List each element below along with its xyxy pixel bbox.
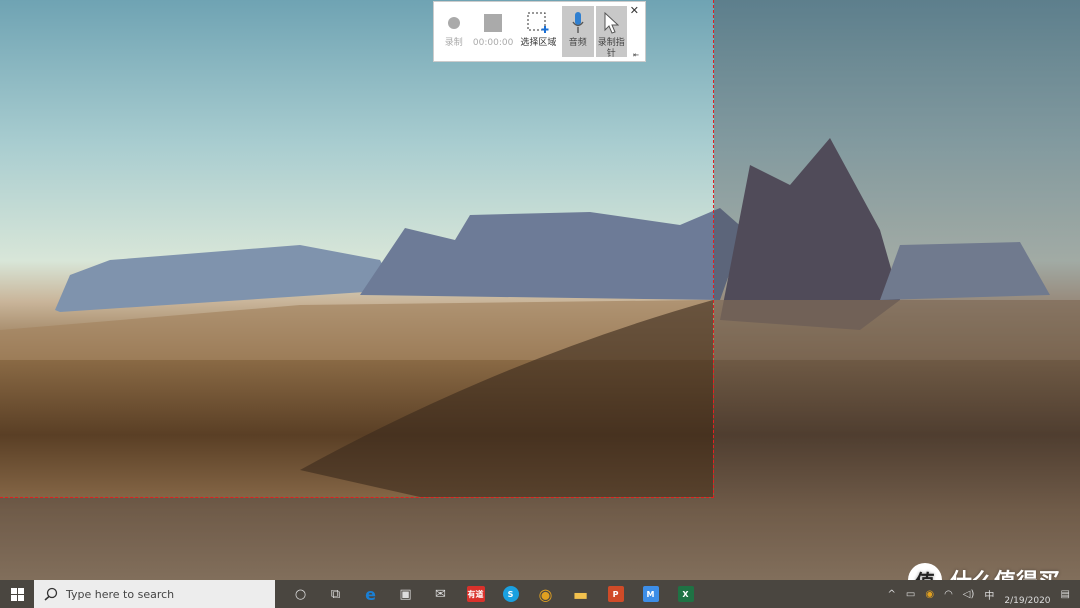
mail-icon: ✉ xyxy=(435,586,446,602)
powerpoint-icon: P xyxy=(607,586,624,602)
taskbar-app-store[interactable]: ▣ xyxy=(388,580,423,608)
notifications-icon[interactable]: ▤ xyxy=(1061,589,1070,600)
select-area-button[interactable]: 选择区域 xyxy=(517,6,560,57)
select-area-label: 选择区域 xyxy=(520,38,557,48)
pin-icon[interactable]: ⇤ xyxy=(633,51,639,59)
record-label: 录制 xyxy=(444,38,463,48)
folder-icon: ▬ xyxy=(572,584,589,604)
task-view-button[interactable]: ⧉ xyxy=(318,580,353,608)
skype-icon: S xyxy=(502,586,519,602)
windows-icon xyxy=(10,587,24,601)
search-icon xyxy=(44,587,58,601)
timer-stop-button[interactable]: 00:00:00 xyxy=(471,6,514,57)
start-button[interactable] xyxy=(0,580,34,608)
record-pointer-label: 录制指针 xyxy=(597,38,625,59)
pointer-icon xyxy=(603,12,620,34)
cortana-icon: ○ xyxy=(294,586,307,602)
select-area-icon xyxy=(527,12,549,34)
taskbar-search-box[interactable]: Type here to search xyxy=(34,580,275,608)
dim-overlay-right xyxy=(714,0,1080,580)
taskbar-app-mail[interactable]: ✉ xyxy=(423,580,458,608)
clock-date[interactable]: 2/19/2020 xyxy=(1004,596,1050,606)
cortana-button[interactable]: ○ xyxy=(283,580,318,608)
system-tray: ^ ▭ ◉ ◠ ◁) 中 2/19/2020 ▤ xyxy=(887,580,1080,608)
taskbar-app-skype[interactable]: S xyxy=(493,580,528,608)
taskbar-app-youdao[interactable]: 有道 xyxy=(458,580,493,608)
record-icon xyxy=(447,12,461,34)
excel-icon: X xyxy=(677,586,694,602)
close-icon[interactable]: ✕ xyxy=(630,4,639,17)
battery-icon[interactable]: ▭ xyxy=(906,589,915,600)
stop-icon xyxy=(484,12,503,34)
edge-icon: e xyxy=(365,584,376,604)
taskbar-app-excel[interactable]: X xyxy=(668,580,703,608)
taskbar-app-edge[interactable]: e xyxy=(353,580,388,608)
chevron-up-icon[interactable]: ^ xyxy=(887,589,895,600)
taskbar-app-powerpoint[interactable]: P xyxy=(598,580,633,608)
store-icon: ▣ xyxy=(399,586,412,602)
search-placeholder: Type here to search xyxy=(66,587,175,601)
volume-icon[interactable]: ◁) xyxy=(963,589,975,600)
microphone-icon xyxy=(571,12,585,34)
youdao-icon: 有道 xyxy=(466,586,485,602)
feishu-icon: M xyxy=(642,586,659,602)
chrome-tray-icon[interactable]: ◉ xyxy=(925,589,934,600)
recording-selection-area[interactable] xyxy=(0,0,714,498)
screen-recording-toolbar: 录制 00:00:00 选择区域 音频 录制指针 ✕ ⇤ xyxy=(433,1,646,62)
taskbar-app-file-explorer[interactable]: ▬ xyxy=(563,580,598,608)
input-method-indicator[interactable]: 中 xyxy=(984,587,994,602)
task-view-icon: ⧉ xyxy=(330,586,341,602)
dim-overlay-bottom xyxy=(0,498,714,580)
taskbar: Type here to search ○ ⧉ e ▣ ✉ 有道 S ◉ ▬ P… xyxy=(0,580,1080,608)
wifi-icon[interactable]: ◠ xyxy=(944,589,953,600)
taskbar-app-chrome[interactable]: ◉ xyxy=(528,580,563,608)
chrome-icon: ◉ xyxy=(538,584,553,604)
taskbar-app-feishu[interactable]: M xyxy=(633,580,668,608)
audio-button[interactable]: 音频 xyxy=(562,6,594,57)
record-button[interactable]: 录制 xyxy=(438,6,469,57)
record-pointer-button[interactable]: 录制指针 xyxy=(595,6,628,59)
timer-label: 00:00:00 xyxy=(472,38,514,48)
audio-label: 音频 xyxy=(568,38,587,48)
